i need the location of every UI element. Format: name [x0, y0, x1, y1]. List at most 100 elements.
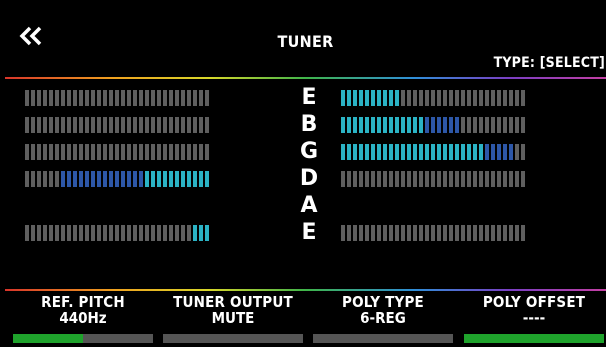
tuner-output-param[interactable]: TUNER OUTPUT MUTE	[163, 295, 303, 343]
meter-segment	[103, 90, 107, 106]
ref-pitch-label: REF. PITCH	[41, 293, 125, 311]
meter-segment	[55, 171, 59, 187]
type-select-button[interactable]: TYPE: [SELECT]	[494, 55, 605, 71]
meter-segment	[461, 117, 465, 133]
string-row-6: E	[5, 219, 606, 245]
meter-segment	[187, 171, 191, 187]
meter-segment	[169, 171, 173, 187]
meter-segment	[521, 225, 525, 241]
meter-segment	[91, 90, 95, 106]
meter-segment	[377, 90, 381, 106]
meter-segment	[97, 144, 101, 160]
meter-segment	[419, 144, 423, 160]
meter-segment	[25, 90, 29, 106]
meter-segment	[455, 117, 459, 133]
meter-segment	[521, 90, 525, 106]
meter-segment	[163, 225, 167, 241]
poly-type-param[interactable]: POLY TYPE 6-REG	[313, 295, 453, 343]
meter-segment	[521, 117, 525, 133]
meter-segment	[467, 225, 471, 241]
meter-segment	[461, 171, 465, 187]
meter-segment	[115, 90, 119, 106]
meter-segment	[413, 117, 417, 133]
meter-segment	[181, 117, 185, 133]
meter-segment	[347, 225, 351, 241]
meter-segment	[109, 225, 113, 241]
meter-segment	[115, 171, 119, 187]
meter-segment	[449, 225, 453, 241]
meter-segment	[377, 225, 381, 241]
meter-segment	[61, 225, 65, 241]
tuner-screen: TUNER TYPE: [SELECT] EBGDAE REF. PITCH 4…	[5, 12, 606, 347]
meter-segment	[139, 225, 143, 241]
meter-segment	[473, 225, 477, 241]
meter-segment	[79, 171, 83, 187]
meter-segment	[443, 90, 447, 106]
meter-segment	[377, 117, 381, 133]
meter-segment	[187, 90, 191, 106]
string-note-label: A	[300, 193, 318, 218]
meter-segment	[85, 171, 89, 187]
poly-offset-level-track	[464, 334, 604, 343]
meter-segment	[509, 171, 513, 187]
string-row-1-left-meter	[25, 90, 209, 106]
meter-segment	[341, 117, 345, 133]
meter-segment	[491, 144, 495, 160]
meter-segment	[187, 117, 191, 133]
meter-segment	[49, 90, 53, 106]
meter-segment	[139, 117, 143, 133]
meter-segment	[485, 117, 489, 133]
meter-segment	[467, 144, 471, 160]
string-row-3-left-meter	[25, 144, 209, 160]
meter-segment	[61, 144, 65, 160]
meter-segment	[91, 171, 95, 187]
meter-segment	[175, 225, 179, 241]
meter-segment	[509, 90, 513, 106]
meter-segment	[347, 117, 351, 133]
meter-segment	[133, 117, 137, 133]
string-row-3: G	[5, 138, 606, 164]
meter-segment	[115, 117, 119, 133]
meter-segment	[73, 225, 77, 241]
ref-pitch-param[interactable]: REF. PITCH 440Hz	[13, 293, 153, 343]
meter-segment	[395, 225, 399, 241]
poly-offset-param[interactable]: POLY OFFSET ----	[464, 295, 604, 343]
meter-segment	[145, 171, 149, 187]
string-row-3-right-meter	[341, 144, 525, 160]
meter-segment	[497, 225, 501, 241]
meter-segment	[139, 171, 143, 187]
meter-segment	[37, 171, 41, 187]
meter-segment	[407, 144, 411, 160]
meter-segment	[103, 171, 107, 187]
meter-segment	[31, 171, 35, 187]
meter-segment	[479, 117, 483, 133]
meter-segment	[383, 225, 387, 241]
meter-segment	[121, 171, 125, 187]
meter-segment	[359, 225, 363, 241]
meter-segment	[395, 171, 399, 187]
meter-segment	[347, 144, 351, 160]
meter-segment	[383, 171, 387, 187]
meter-segment	[199, 90, 203, 106]
meter-segment	[67, 171, 71, 187]
meter-segment	[25, 225, 29, 241]
meter-segment	[455, 225, 459, 241]
meter-segment	[133, 90, 137, 106]
poly-type-value: 6-REG	[360, 309, 406, 327]
meter-segment	[97, 171, 101, 187]
string-note-label: E	[301, 220, 317, 245]
meter-segment	[371, 90, 375, 106]
meter-segment	[485, 90, 489, 106]
meter-segment	[395, 90, 399, 106]
meter-segment	[365, 225, 369, 241]
string-note-label: B	[300, 112, 318, 137]
meter-segment	[455, 90, 459, 106]
meter-segment	[419, 117, 423, 133]
meter-segment	[133, 144, 137, 160]
string-row-5: A	[5, 192, 606, 218]
meter-segment	[49, 171, 53, 187]
meter-segment	[163, 171, 167, 187]
meter-segment	[205, 90, 209, 106]
meter-segment	[115, 225, 119, 241]
meter-segment	[121, 90, 125, 106]
